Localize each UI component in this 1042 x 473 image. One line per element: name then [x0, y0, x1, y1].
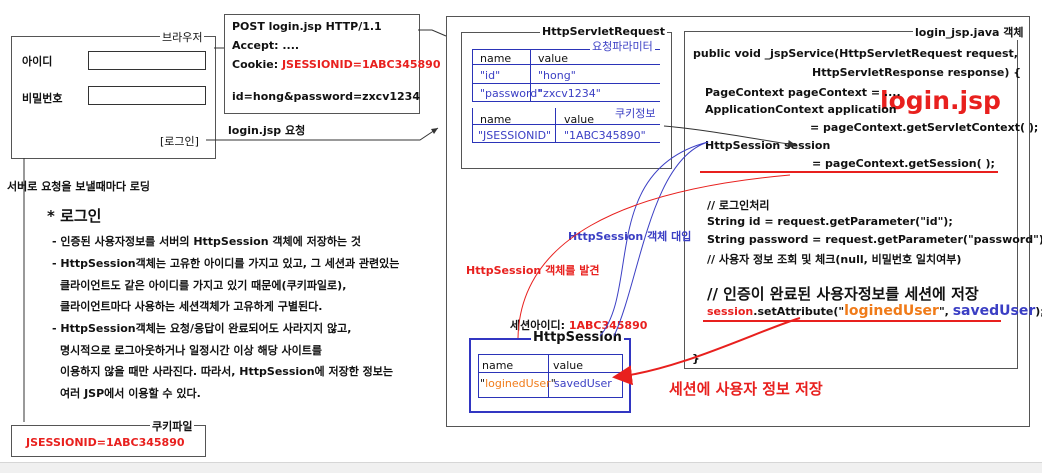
- param-value-password: "zxcv1234": [538, 87, 601, 100]
- login-notes-heading: * 로그인: [47, 207, 102, 225]
- session-value-saveduser: savedUser: [554, 377, 612, 390]
- cookie-header-value-col: value: [564, 113, 595, 126]
- param-name-password: "password": [480, 87, 543, 100]
- params-title: 요청파라미터: [590, 38, 655, 54]
- param-value-id: "hong": [538, 69, 576, 82]
- code-line-5: = pageContext.getServletContext( );: [810, 121, 1039, 134]
- code-line-4: ApplicationContext application: [705, 103, 897, 116]
- cookie-file-box: 쿠키파일 JSESSIONID=1ABC345890: [11, 418, 206, 457]
- id-label: 아이디: [22, 55, 53, 68]
- browser-window: 브라우저 아이디 비밀번호 [로그인]: [11, 29, 216, 159]
- code-session-token: session: [707, 305, 754, 318]
- cookie-header-label: Cookie:: [232, 58, 282, 71]
- request-arrow-label: login.jsp 요청: [228, 124, 306, 137]
- request-line: POST login.jsp HTTP/1.1: [232, 20, 382, 33]
- session-row-key: "loginedUser": [480, 377, 556, 390]
- code-set-attribute: session.setAttribute("loginedUser", save…: [707, 303, 1042, 319]
- password-input[interactable]: [88, 86, 206, 105]
- code-set-mid: ",: [938, 305, 953, 318]
- browser-caption: 서버로 요청을 보낼때마다 로딩: [7, 180, 151, 193]
- accept-header: Accept: ....: [232, 39, 300, 52]
- param-name-id: "id": [480, 69, 501, 82]
- set-attribute-underline: [703, 320, 1001, 322]
- login-note-3-line-3: 이용하지 않을 때만 사라진다. 따라서, HttpSession에 저장한 정…: [60, 365, 394, 378]
- cookie-value-jsessionid: "1ABC345890": [564, 129, 646, 142]
- login-note-1: - 인증된 사용자정보를 서버의 HttpSession 객체에 저장하는 것: [52, 235, 362, 248]
- code-line-11: // 사용자 정보 조회 및 체크(null, 비밀번호 일치여부): [707, 253, 962, 266]
- cookie-header-value: JSESSIONID=1ABC345890: [281, 58, 441, 71]
- login-note-2-line-2: 클라이언트도 같은 아이디를 가지고 있기 때문에(쿠키파일로),: [60, 279, 347, 292]
- code-line-12: // 인증이 완료된 사용자정보를 세션에 저장: [707, 285, 979, 303]
- code-line-6: HttpSession session: [705, 139, 831, 152]
- code-line-1: public void _jspService(HttpServletReque…: [693, 47, 1018, 60]
- browser-title: 브라우저: [160, 29, 205, 45]
- code-line-2: HttpServletResponse response) {: [812, 66, 1022, 79]
- cookie-header-name: name: [480, 113, 512, 126]
- message-to-server-line: [418, 29, 447, 37]
- code-close-brace: }: [692, 352, 700, 365]
- bottom-strip: [0, 462, 1042, 473]
- session-key-logineduser: loginedUser: [485, 377, 551, 390]
- login-note-2-line-3: 클라이언트마다 사용하는 세션객체가 고유하게 구별된다.: [60, 300, 323, 313]
- annotation-found-session: HttpSession 객체를 발견: [466, 264, 600, 277]
- login-button[interactable]: [로그인]: [160, 133, 199, 149]
- session-header-name: name: [482, 359, 514, 372]
- id-input[interactable]: [88, 51, 206, 70]
- annotation-store-user: 세션에 사용자 정보 저장: [669, 380, 823, 398]
- http-session-title: HttpSession: [531, 330, 624, 345]
- session-header-value: value: [553, 359, 584, 372]
- code-set-end: );: [1035, 305, 1042, 318]
- login-note-3-line-1: - HttpSession객체는 요청/응답이 완료되어도 사라지지 않고,: [52, 322, 352, 335]
- login-note-3-line-2: 명시적으로 로그아웃하거나 일정시간 이상 해당 사이트를: [60, 344, 323, 357]
- cookie-header: Cookie: JSESSIONID=1ABC345890: [232, 58, 441, 71]
- login-note-2-line-1: - HttpSession객체는 고유한 아이디를 가지고 있고, 그 세션과 …: [52, 257, 400, 270]
- annotation-assign-session: HttpSession 객체 대입: [568, 230, 692, 243]
- code-line-3: PageContext pageContext = ....: [705, 86, 901, 99]
- params-header-name: name: [480, 52, 512, 65]
- cookie-file-title: 쿠키파일: [150, 418, 195, 434]
- session-underline: [700, 171, 998, 173]
- code-value-saveduser: savedUser: [952, 303, 1036, 319]
- request-body: id=hong&password=zxcv1234: [232, 90, 420, 103]
- code-line-10: String password = request.getParameter("…: [707, 233, 1042, 246]
- params-header-value: value: [538, 52, 569, 65]
- code-line-8: // 로그인처리: [707, 199, 770, 212]
- code-key-logineduser: loginedUser: [844, 303, 939, 319]
- login-jsp-object-title: login_jsp.java 객체: [913, 24, 1026, 40]
- password-label: 비밀번호: [22, 92, 63, 105]
- code-set-method: .setAttribute(": [753, 305, 845, 318]
- cookie-file-value: JSESSIONID=1ABC345890: [26, 436, 185, 449]
- login-note-3-line-4: 여러 JSP에서 이용할 수 있다.: [60, 387, 201, 400]
- http-servlet-request-title: HttpServletRequest: [540, 25, 667, 38]
- code-line-7: = pageContext.getSession( );: [812, 157, 995, 170]
- http-request-message: POST login.jsp HTTP/1.1 Accept: .... Coo…: [224, 14, 441, 114]
- code-line-9: String id = request.getParameter("id");: [707, 215, 953, 228]
- cookie-info-title: 쿠키정보: [613, 105, 658, 121]
- cookie-name-jsessionid: "JSESSIONID": [478, 129, 552, 142]
